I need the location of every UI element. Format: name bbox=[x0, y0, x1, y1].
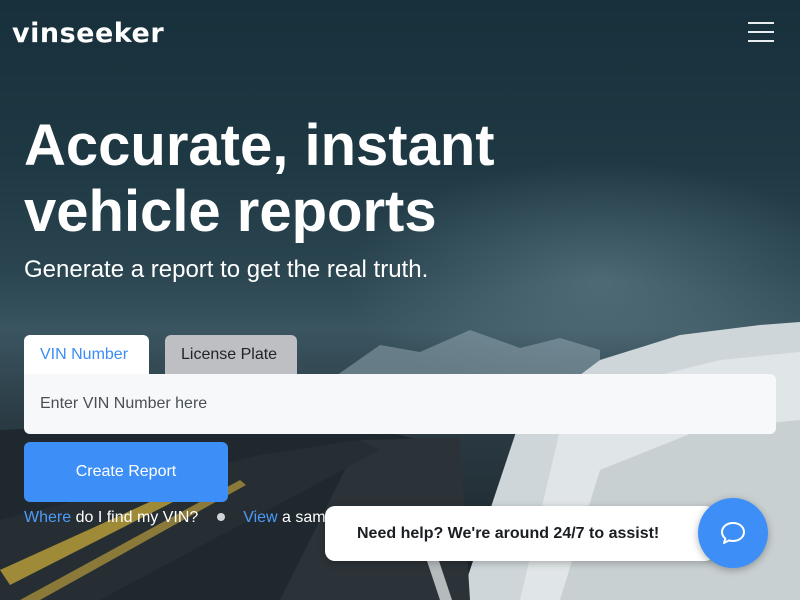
vin-input[interactable] bbox=[24, 374, 776, 434]
menu-bar bbox=[748, 40, 774, 42]
hero-headline: Accurate, instant vehicle reports bbox=[24, 113, 495, 244]
menu-bar bbox=[748, 31, 774, 33]
chat-help-message[interactable]: Need help? We're around 24/7 to assist! bbox=[325, 506, 715, 561]
menu-bar bbox=[748, 22, 774, 24]
view-sample-link[interactable]: View bbox=[243, 509, 277, 526]
create-report-button[interactable]: Create Report bbox=[24, 442, 228, 502]
view-sample-text: a sam bbox=[277, 509, 326, 526]
separator-dot bbox=[216, 512, 225, 521]
tab-license-plate[interactable]: License Plate bbox=[165, 335, 297, 375]
tab-vin-number[interactable]: VIN Number bbox=[24, 335, 149, 375]
find-vin-text: do I find my VIN? bbox=[71, 509, 199, 526]
help-links: Where do I find my VIN? View a sam bbox=[24, 509, 326, 527]
chat-icon-glyph bbox=[721, 522, 745, 544]
hamburger-menu-icon[interactable] bbox=[746, 22, 776, 44]
hero-subheadline: Generate a report to get the real truth. bbox=[24, 256, 429, 283]
brand-logo[interactable]: vinseeker bbox=[12, 18, 164, 49]
chat-bubble-icon[interactable] bbox=[698, 498, 768, 568]
find-vin-link[interactable]: Where bbox=[24, 509, 71, 526]
